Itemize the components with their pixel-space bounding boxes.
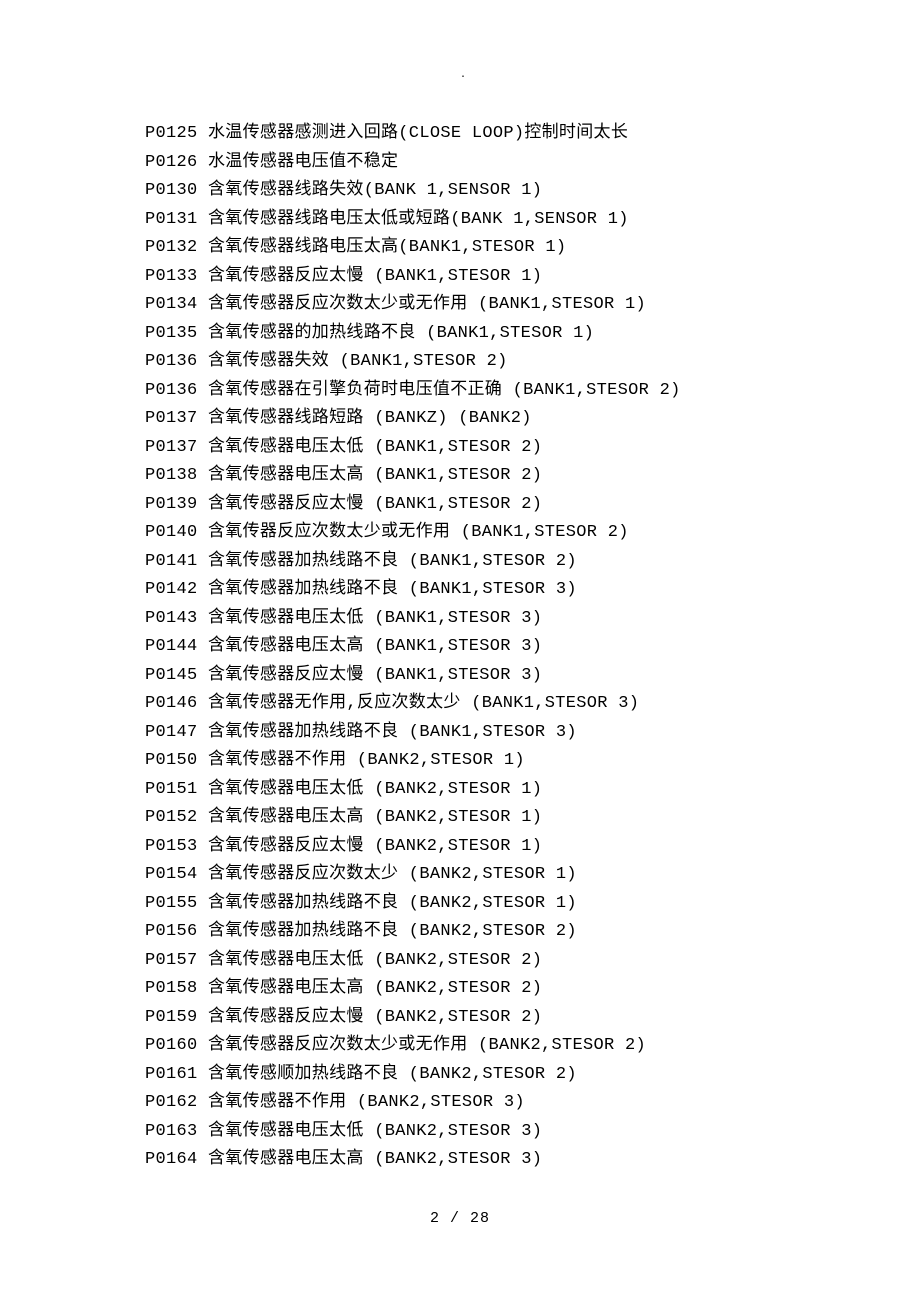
code-line: P0138 含氧传感器电压太高 (BANK1,STESOR 2) <box>145 462 775 491</box>
code-line: P0130 含氧传感器线路失效(BANK 1,SENSOR 1) <box>145 177 775 206</box>
code-line: P0147 含氧传感器加热线路不良 (BANK1,STESOR 3) <box>145 719 775 748</box>
code-line: P0156 含氧传感器加热线路不良 (BANK2,STESOR 2) <box>145 918 775 947</box>
code-line: P0164 含氧传感器电压太高 (BANK2,STESOR 3) <box>145 1146 775 1175</box>
code-line: P0137 含氧传感器电压太低 (BANK1,STESOR 2) <box>145 434 775 463</box>
document-body: P0125 水温传感器感测进入回路(CLOSE LOOP)控制时间太长P0126… <box>0 0 920 1175</box>
code-line: P0150 含氧传感器不作用 (BANK2,STESOR 1) <box>145 747 775 776</box>
code-line: P0134 含氧传感器反应次数太少或无作用 (BANK1,STESOR 1) <box>145 291 775 320</box>
code-line: P0137 含氧传感器线路短路 (BANKZ) (BANK2) <box>145 405 775 434</box>
code-line: P0161 含氧传感顺加热线路不良 (BANK2,STESOR 2) <box>145 1061 775 1090</box>
code-line: P0125 水温传感器感测进入回路(CLOSE LOOP)控制时间太长 <box>145 120 775 149</box>
code-line: P0139 含氧传感器反应太慢 (BANK1,STESOR 2) <box>145 491 775 520</box>
code-line: P0158 含氧传感器电压太高 (BANK2,STESOR 2) <box>145 975 775 1004</box>
code-line: P0153 含氧传感器反应太慢 (BANK2,STESOR 1) <box>145 833 775 862</box>
code-line: P0136 含氧传感器失效 (BANK1,STESOR 2) <box>145 348 775 377</box>
code-line: P0146 含氧传感器无作用,反应次数太少 (BANK1,STESOR 3) <box>145 690 775 719</box>
code-line: P0140 含氧传器反应次数太少或无作用 (BANK1,STESOR 2) <box>145 519 775 548</box>
code-line: P0163 含氧传感器电压太低 (BANK2,STESOR 3) <box>145 1118 775 1147</box>
code-line: P0131 含氧传感器线路电压太低或短路(BANK 1,SENSOR 1) <box>145 206 775 235</box>
code-line: P0132 含氧传感器线路电压太高(BANK1,STESOR 1) <box>145 234 775 263</box>
code-line: P0152 含氧传感器电压太高 (BANK2,STESOR 1) <box>145 804 775 833</box>
page-number: 2 / 28 <box>0 1210 920 1227</box>
code-line: P0136 含氧传感器在引擎负荷时电压值不正确 (BANK1,STESOR 2) <box>145 377 775 406</box>
code-line: P0126 水温传感器电压值不稳定 <box>145 149 775 178</box>
code-line: P0141 含氧传感器加热线路不良 (BANK1,STESOR 2) <box>145 548 775 577</box>
code-line: P0142 含氧传感器加热线路不良 (BANK1,STESOR 3) <box>145 576 775 605</box>
code-line: P0145 含氧传感器反应太慢 (BANK1,STESOR 3) <box>145 662 775 691</box>
code-line: P0162 含氧传感器不作用 (BANK2,STESOR 3) <box>145 1089 775 1118</box>
code-line: P0133 含氧传感器反应太慢 (BANK1,STESOR 1) <box>145 263 775 292</box>
code-line: P0155 含氧传感器加热线路不良 (BANK2,STESOR 1) <box>145 890 775 919</box>
code-line: P0151 含氧传感器电压太低 (BANK2,STESOR 1) <box>145 776 775 805</box>
code-line: P0144 含氧传感器电压太高 (BANK1,STESOR 3) <box>145 633 775 662</box>
code-line: P0157 含氧传感器电压太低 (BANK2,STESOR 2) <box>145 947 775 976</box>
code-line: P0143 含氧传感器电压太低 (BANK1,STESOR 3) <box>145 605 775 634</box>
code-line: P0154 含氧传感器反应次数太少 (BANK2,STESOR 1) <box>145 861 775 890</box>
code-line: P0159 含氧传感器反应太慢 (BANK2,STESOR 2) <box>145 1004 775 1033</box>
code-line: P0135 含氧传感器的加热线路不良 (BANK1,STESOR 1) <box>145 320 775 349</box>
top-mark: . <box>460 70 466 81</box>
code-line: P0160 含氧传感器反应次数太少或无作用 (BANK2,STESOR 2) <box>145 1032 775 1061</box>
